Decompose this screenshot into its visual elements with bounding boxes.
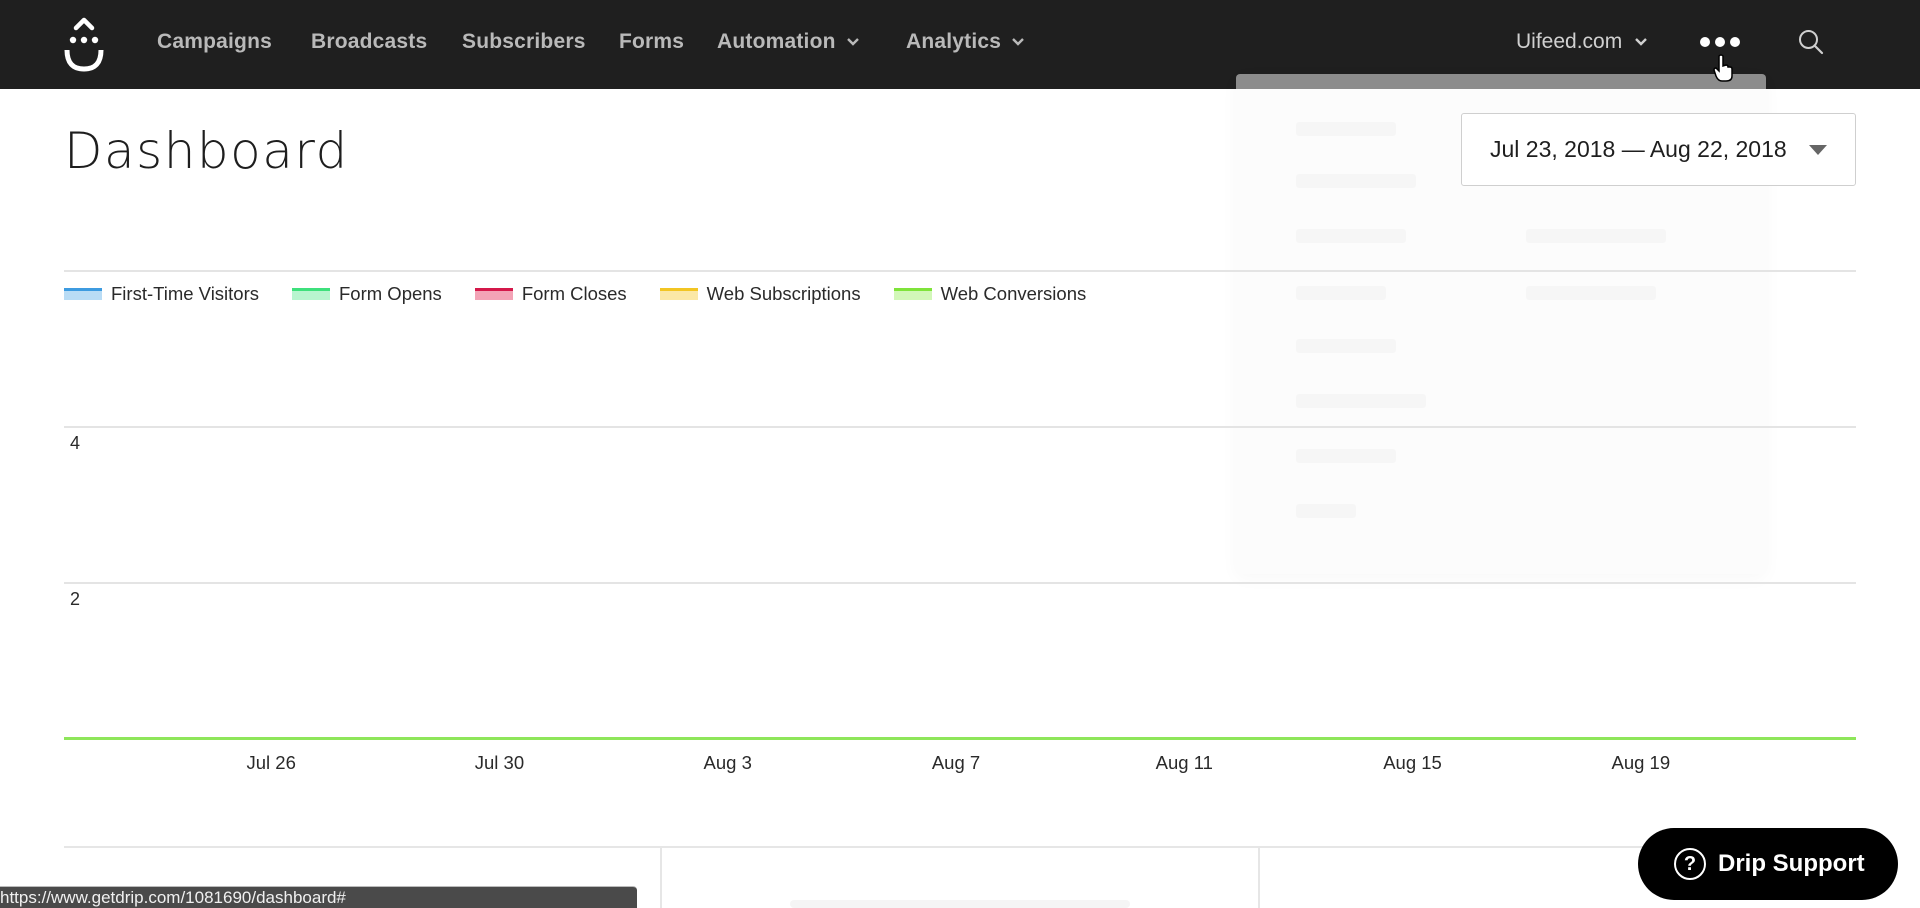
legend-label: Form Opens — [339, 283, 442, 304]
hand-cursor-icon — [1713, 54, 1733, 82]
legend-label: Web Conversions — [940, 283, 1087, 304]
search-icon[interactable] — [1797, 28, 1825, 56]
x-tick-label: Aug 3 — [703, 752, 752, 773]
card-divider — [1258, 848, 1260, 908]
nav-label: Forms — [619, 30, 685, 53]
gridline — [64, 426, 1856, 428]
legend-item-form-closes[interactable]: Form Closes — [474, 283, 627, 305]
nav-label: Subscribers — [462, 30, 586, 53]
status-url: https://www.getdrip.com/1081690/dashboar… — [0, 888, 346, 907]
nav-broadcasts[interactable]: Broadcasts — [311, 30, 427, 54]
chevron-down-icon — [846, 38, 859, 46]
x-tick-label: Aug 19 — [1611, 752, 1671, 773]
nav-label: Broadcasts — [311, 30, 428, 53]
account-name: Uifeed.com — [1516, 30, 1623, 53]
legend-item-web-subscriptions[interactable]: Web Subscriptions — [659, 283, 861, 305]
x-tick-label: Jul 30 — [474, 752, 525, 773]
nav-campaigns[interactable]: Campaigns — [157, 30, 272, 54]
legend-label: First-Time Visitors — [111, 283, 259, 304]
question-circle-icon: ? — [1674, 848, 1706, 880]
legend-swatch — [474, 288, 513, 300]
date-range-picker[interactable]: Jul 23, 2018 — Aug 22, 2018 — [1461, 113, 1856, 186]
drip-logo-icon[interactable] — [62, 16, 106, 72]
card-divider — [660, 848, 662, 908]
legend-item-first-time-visitors[interactable]: First-Time Visitors — [64, 283, 259, 305]
browser-status-bar: https://www.getdrip.com/1081690/dashboar… — [0, 886, 637, 908]
ellipsis-dot — [1730, 37, 1740, 47]
nav-label: Campaigns — [157, 30, 272, 53]
nav-label: Analytics — [906, 30, 1002, 53]
legend-swatch — [292, 288, 330, 300]
legend-swatch — [893, 288, 932, 300]
drip-support-button[interactable]: ? Drip Support — [1638, 828, 1898, 900]
y-tick-label: 2 — [70, 589, 81, 609]
more-menu-button[interactable] — [1700, 32, 1740, 52]
legend-item-web-conversions[interactable]: Web Conversions — [893, 283, 1087, 305]
chart-legend: First-Time Visitors Form Opens Form Clos… — [64, 283, 1119, 305]
nav-automation[interactable]: Automation — [717, 30, 860, 54]
chevron-down-icon — [1012, 38, 1025, 46]
page-title: Dashboard — [64, 122, 349, 180]
nav-subscribers[interactable]: Subscribers — [462, 30, 586, 54]
x-tick-label: Aug 15 — [1383, 752, 1442, 773]
x-tick-label: Aug 11 — [1155, 752, 1213, 773]
x-tick-label: Jul 26 — [246, 752, 296, 773]
gridline — [64, 270, 1856, 272]
series-line-web-conversions — [64, 737, 1856, 740]
section-divider — [64, 846, 1856, 848]
gridline — [64, 582, 1856, 584]
legend-label: Form Closes — [521, 283, 627, 304]
nav-forms[interactable]: Forms — [619, 30, 684, 54]
date-range-value: Jul 23, 2018 — Aug 22, 2018 — [1490, 136, 1787, 162]
ellipsis-dot — [1700, 37, 1710, 47]
legend-label: Web Subscriptions — [706, 283, 861, 304]
account-switcher[interactable]: Uifeed.com — [1516, 30, 1648, 54]
support-label: Drip Support — [1718, 850, 1865, 877]
chevron-down-icon — [1635, 38, 1648, 46]
nav-analytics[interactable]: Analytics — [906, 30, 1025, 54]
legend-item-form-opens[interactable]: Form Opens — [292, 283, 442, 305]
ellipsis-dot — [1715, 37, 1725, 47]
caret-down-icon — [1809, 145, 1827, 155]
y-tick-label: 4 — [70, 433, 81, 453]
nav-label: Automation — [717, 30, 836, 53]
legend-swatch — [659, 288, 698, 300]
card-content-placeholder — [790, 900, 1130, 908]
legend-swatch — [64, 288, 102, 300]
x-tick-label: Aug 7 — [931, 752, 981, 773]
